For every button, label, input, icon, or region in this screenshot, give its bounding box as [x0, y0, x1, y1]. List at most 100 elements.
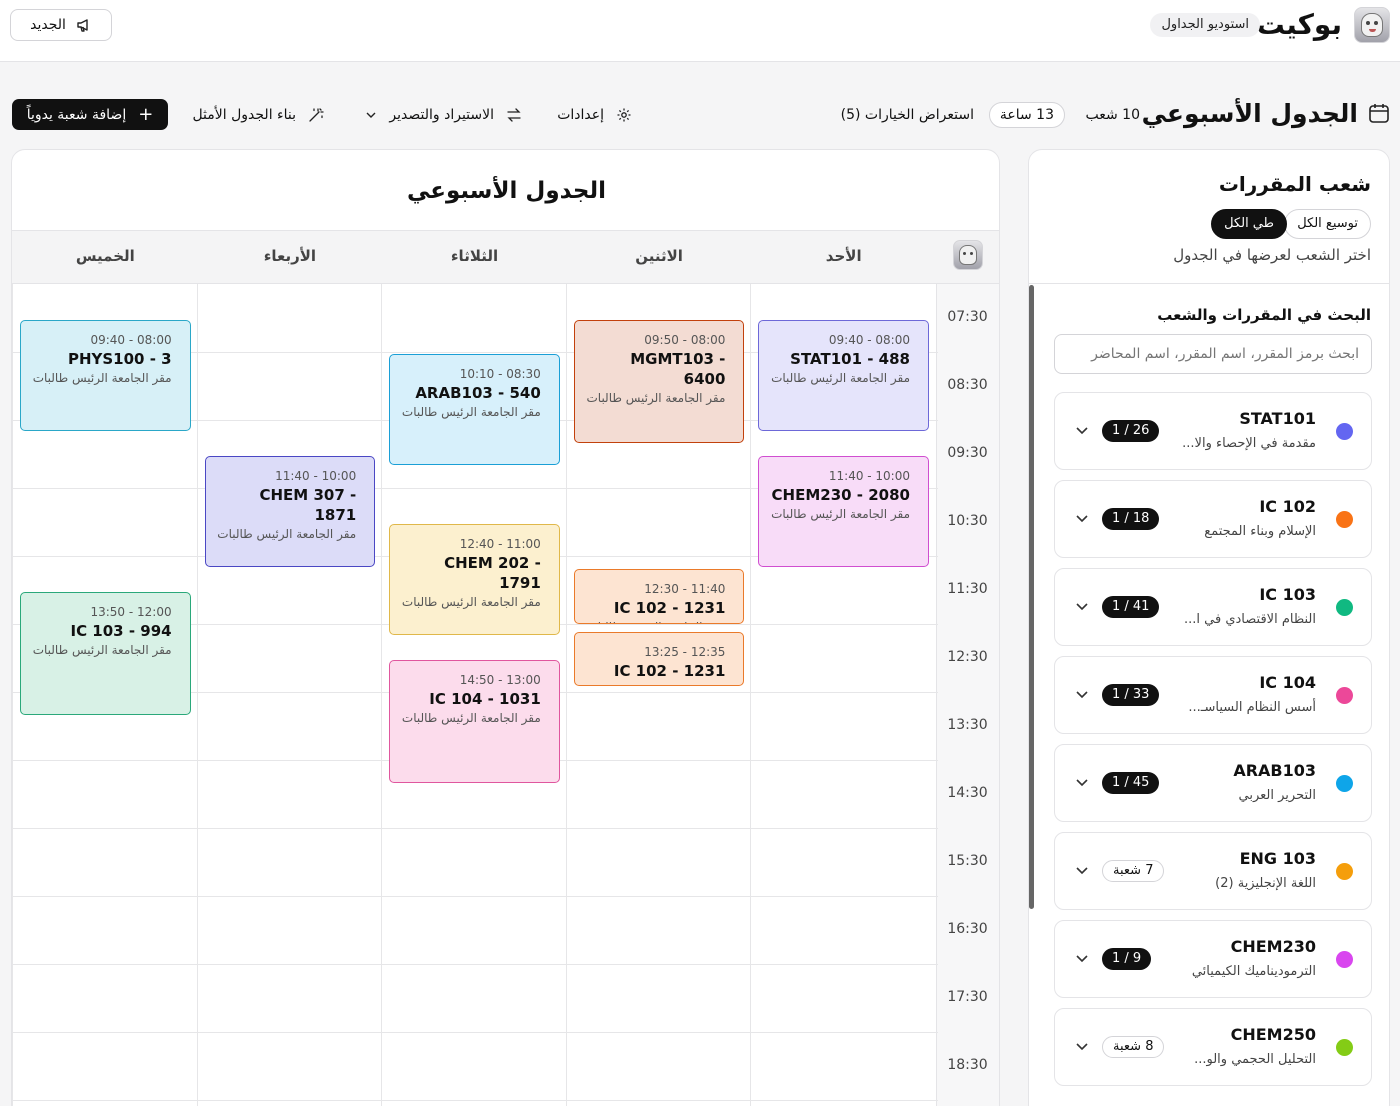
time-label: 08:30 — [947, 377, 988, 393]
section-count-badge: 1 / 18 — [1102, 508, 1160, 530]
chevron-down-icon[interactable] — [1075, 687, 1089, 701]
chevron-down-icon[interactable] — [1075, 863, 1089, 877]
sidebar-title: شعب المقررات — [1218, 172, 1371, 196]
time-label: 14:30 — [947, 785, 988, 801]
event-location: مقر الجامعة الرئيس طالبات — [401, 595, 541, 609]
build-optimal-button[interactable]: بناء الجدول الأمثل — [192, 103, 324, 127]
course-card[interactable]: IC 104 أسس النظام السياسـ... 1 / 33 — [1054, 656, 1372, 734]
chevron-down-icon — [366, 112, 376, 118]
course-card[interactable]: CHEM230 الترموديناميك الكيميائي 1 / 9 — [1054, 920, 1372, 998]
schedule-event[interactable]: 09:50 - 08:00 MGMT103 - 6400 مقر الجامعة ا… — [573, 320, 745, 443]
import-export-button[interactable]: الاستيراد والتصدير — [365, 103, 522, 127]
day-divider — [12, 284, 13, 1106]
day-header: الأحد — [825, 247, 862, 265]
collapse-all-button[interactable]: طي الكل — [1211, 209, 1287, 239]
section-count-badge: 1 / 45 — [1102, 772, 1160, 794]
course-card[interactable]: ARAB103 التحرير العربي 1 / 45 — [1054, 744, 1372, 822]
course-color-dot — [1336, 951, 1353, 968]
course-card[interactable]: CHEM250 التحليل الحجمي والو... 8 شعبة — [1054, 1008, 1372, 1086]
schedule-event[interactable]: 10:10 - 08:30 ARAB103 - 540 مقر الجامعة ال… — [389, 354, 560, 466]
chevron-down-icon[interactable] — [1075, 599, 1089, 613]
day-divider — [565, 284, 567, 1106]
course-card[interactable]: IC 102 الإسلام وبناء المجتمع 1 / 18 — [1054, 480, 1372, 558]
app-logo[interactable] — [1354, 7, 1390, 43]
course-code: ENG 103 — [1239, 849, 1316, 868]
course-color-dot — [1336, 599, 1353, 616]
event-time: 09:40 - 08:00 — [828, 333, 910, 347]
event-time: 10:10 - 08:30 — [459, 367, 541, 381]
chevron-down-icon[interactable] — [1075, 423, 1089, 437]
event-code: IC 102 - 1231 — [613, 661, 726, 680]
event-location: مقر الجامعة الرئيس طالبات — [32, 371, 172, 385]
studio-badge: استوديو الجداول — [1150, 13, 1260, 37]
course-card[interactable]: STAT101 مقدمة في الإحصاء والا... 1 / 26 — [1054, 392, 1372, 470]
schedule-event[interactable]: 13:50 - 12:00 IC 103 - 994 مقر الجامعة الر… — [20, 592, 191, 715]
page-title: الجدول الأسبوعي — [1141, 99, 1358, 128]
add-section-label: إضافة شعبة يدوياً — [26, 106, 127, 123]
event-code: MGMT103 - 6400 — [630, 350, 726, 388]
course-color-dot — [1336, 775, 1353, 792]
event-time: 11:40 - 10:00 — [275, 469, 357, 483]
time-label: 15:30 — [947, 853, 988, 869]
schedule-event[interactable]: 09:40 - 08:00 STAT101 - 488 مقر الجامعة ال… — [758, 320, 929, 432]
day-divider — [381, 284, 383, 1106]
chevron-down-icon[interactable] — [1075, 1039, 1089, 1053]
day-header: الاثنين — [635, 247, 683, 265]
chevron-down-icon[interactable] — [1075, 511, 1089, 525]
course-sidebar: شعب المقررات توسيع الكل طي الكل اختر الش… — [1028, 149, 1390, 1106]
expand-all-button[interactable]: توسيع الكل — [1284, 209, 1371, 239]
event-time: 12:30 - 11:40 — [644, 582, 726, 597]
event-location: مقر الجامعة الرئيس طالبات — [585, 681, 725, 686]
schedule-event[interactable]: 12:30 - 11:40 IC 102 - 1231مقر الجامعة ال… — [573, 569, 745, 624]
search-label: البحث في المقررات والشعب — [1157, 306, 1371, 324]
hour-line — [12, 1032, 938, 1033]
event-time: 09:50 - 08:00 — [644, 333, 726, 347]
news-button[interactable]: الجديد — [10, 9, 112, 41]
hours-badge: 13 ساعة — [988, 102, 1065, 128]
schedule-event[interactable]: 11:40 - 10:00 CHEM 307 - 1871 مقر الجامعة … — [204, 456, 376, 568]
hour-line — [12, 896, 938, 897]
course-card[interactable]: IC 103 النظام الاقتصادي في ا... 1 / 41 — [1054, 568, 1372, 646]
event-location: مقر الجامعة الرئيس طالبات — [32, 643, 172, 657]
event-code: CHEM 202 - 1791 — [444, 554, 541, 592]
time-label: 09:30 — [947, 445, 988, 461]
scrollbar[interactable] — [1029, 285, 1034, 909]
megaphone-icon — [77, 19, 88, 32]
brand-name: بوكيت — [1256, 8, 1342, 41]
event-code: ARAB103 - 540 — [415, 384, 541, 402]
course-color-dot — [1336, 511, 1353, 528]
import-export-label: الاستيراد والتصدير — [389, 107, 494, 123]
chevron-down-icon[interactable] — [1075, 951, 1089, 965]
course-color-dot — [1336, 687, 1353, 704]
event-code: PHYS100 - 3 — [67, 350, 172, 368]
time-label: 13:30 — [947, 717, 988, 733]
event-location: مقر الجامعة الرئيس طالبات — [401, 711, 541, 725]
schedule-event[interactable]: 14:50 - 13:00 IC 104 - 1031 مقر الجامعة ال… — [389, 660, 560, 783]
schedule-event[interactable]: 11:40 - 10:00 CHEM230 - 2080 مقر الجامعة ا… — [758, 456, 929, 568]
course-name: أسس النظام السياسـ... — [1188, 700, 1316, 715]
swap-arrows-icon — [507, 108, 521, 122]
schedule-event[interactable]: 12:40 - 11:00 CHEM 202 - 1791 مقر الجامعة … — [389, 524, 560, 636]
day-header: الثلاثاء — [450, 247, 499, 265]
settings-button[interactable]: إعدادات — [557, 103, 632, 127]
weekly-calendar: الجدول الأسبوعي الأحد الاثنين الثلاثاء الأر… — [11, 149, 1000, 1106]
time-label: 18:30 — [947, 1057, 988, 1073]
event-time: 13:50 - 12:00 — [90, 605, 172, 619]
time-label: 17:30 — [947, 989, 988, 1005]
day-divider — [750, 284, 752, 1106]
chevron-down-icon[interactable] — [1075, 775, 1089, 789]
search-input[interactable] — [1054, 334, 1372, 374]
event-time: 14:50 - 13:00 — [459, 673, 541, 687]
time-label: 16:30 — [947, 921, 988, 937]
event-location: مقر الجامعة الرئيس طالبات — [217, 527, 357, 541]
course-name: اللغة الإنجليزية (2) — [1215, 876, 1316, 891]
schedule-event[interactable]: 13:25 - 12:35 IC 102 - 1231مقر الجامعة ال… — [573, 631, 745, 687]
course-code: STAT101 — [1239, 409, 1316, 428]
course-code: IC 102 — [1259, 497, 1316, 516]
add-section-button[interactable]: + إضافة شعبة يدوياً — [12, 99, 168, 130]
schedule-event[interactable]: 09:40 - 08:00 PHYS100 - 3 مقر الجامعة الرئ… — [20, 320, 191, 432]
time-label: 10:30 — [947, 513, 988, 529]
review-options-button[interactable]: استعراض الخيارات (5) — [841, 105, 974, 125]
course-card[interactable]: ENG 103 اللغة الإنجليزية (2) 7 شعبة — [1054, 832, 1372, 910]
course-name: التحرير العربي — [1238, 788, 1316, 803]
